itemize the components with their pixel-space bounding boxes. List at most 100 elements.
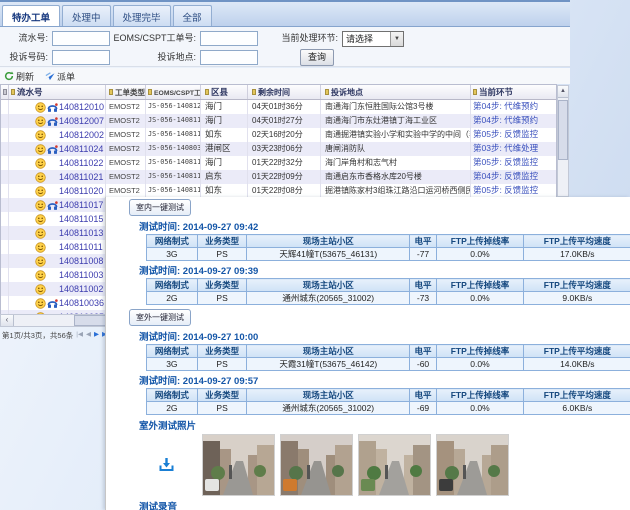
complaint-place-cell: 海门岸角村和志气村 <box>321 156 471 170</box>
stage-cell: 第04步: 代维预约 <box>471 100 558 114</box>
phone-icon <box>47 116 59 127</box>
outdoor-test-sections: 测试时间: 2014-09-27 10:00网络制式业务类型现场主站小区电平FT… <box>106 329 630 415</box>
table-row[interactable]: 140811024 EMOST2 JS-056-140803-344 港闸区 0… <box>1 142 556 156</box>
county-cell: 启东 <box>201 170 248 184</box>
phone-input[interactable] <box>52 50 110 65</box>
test-table-cell: 3G <box>147 358 198 371</box>
stage-select[interactable]: 请选择 ▼ <box>342 31 404 47</box>
serial-link[interactable]: 140811003 <box>59 269 103 282</box>
serial-link[interactable]: 140811008 <box>59 255 103 268</box>
stage-link[interactable]: 第03步: 代维处理 <box>473 143 538 153</box>
serial-link[interactable]: 140811022 <box>59 157 103 170</box>
stage-link[interactable]: 第05步: 反馈监控 <box>473 157 538 167</box>
outdoor-test-photo[interactable] <box>358 434 431 496</box>
order-type-cell: EMOST2 <box>106 156 146 170</box>
serial-link[interactable]: 140811021 <box>59 171 103 184</box>
table-row[interactable]: 140811021 EMOST2 JS-056-140811-150 启东 01… <box>1 170 556 184</box>
serial-link[interactable]: 140812002 <box>59 129 104 142</box>
chevron-down-icon: ▼ <box>390 32 403 46</box>
table-row[interactable]: 140811020 EMOST2 JS-056-140811-160 如东 01… <box>1 184 556 198</box>
county-cell: 如东 <box>201 184 248 198</box>
complaint-place-cell: 南通海门市东灶港镇丁海工业区 <box>321 114 471 128</box>
serial-link[interactable]: 140811013 <box>59 227 103 240</box>
serial-link[interactable]: 140811017 <box>59 199 103 212</box>
smiley-icon <box>35 228 47 239</box>
phone-icon <box>47 144 59 155</box>
serial-link[interactable]: 140812007 <box>59 115 104 128</box>
county-cell: 海门 <box>201 156 248 170</box>
tab-special-orders[interactable]: 特办工单 <box>2 5 60 26</box>
test-result-panel: 室内一键测试 测试时间: 2014-09-27 09:42网络制式业务类型现场主… <box>105 197 630 510</box>
test-table-cell: 0.0% <box>436 248 523 261</box>
dispatch-button[interactable]: 派单 <box>44 70 75 83</box>
test-table-cell: 9.0KB/s <box>523 292 630 305</box>
outdoor-test-button[interactable]: 室外一键测试 <box>129 309 191 326</box>
stage-cell: 第05步: 反馈监控 <box>471 184 558 198</box>
table-row[interactable]: 140812002 EMOST2 JS-056-140811-291 如东 02… <box>1 128 556 142</box>
header-order-type[interactable]: 工单类型 <box>106 85 146 99</box>
test-result-table: 网络制式业务类型现场主站小区电平FTP上传掉线率FTP上传平均速度FT3GPS天… <box>146 344 630 371</box>
test-table-header-cell: FTP上传平均速度 <box>523 279 630 292</box>
first-page-icon[interactable]: |◀ <box>76 330 83 340</box>
test-section: 测试时间: 2014-09-27 09:57网络制式业务类型现场主站小区电平FT… <box>106 373 630 415</box>
table-row[interactable]: 140812010 EMOST2 JS-056-140812-7 海门 04天0… <box>1 100 556 114</box>
stage-link[interactable]: 第05步: 反馈监控 <box>473 129 538 139</box>
table-row[interactable]: 140811022 EMOST2 JS-056-140811-248 海门 01… <box>1 156 556 170</box>
eoms-cell: JS-056-140811-160 <box>146 184 201 198</box>
tab-processing[interactable]: 处理中 <box>62 5 111 26</box>
eoms-cell: JS-056-140803-344 <box>146 142 201 156</box>
serial-link[interactable]: 140811020 <box>59 185 103 198</box>
stage-link[interactable]: 第04步: 代维预约 <box>473 101 538 111</box>
tab-all[interactable]: 全部 <box>173 5 212 26</box>
header-serial[interactable]: 流水号 <box>9 85 106 99</box>
serial-link[interactable]: 140812010 <box>59 101 104 114</box>
serial-link[interactable]: 140811015 <box>59 213 103 226</box>
outdoor-test-photo[interactable] <box>280 434 353 496</box>
header-complaint-place[interactable]: 投诉地点 <box>321 85 471 99</box>
next-page-icon[interactable]: ▶ <box>94 330 99 340</box>
prev-page-icon[interactable]: ◀ <box>86 330 91 340</box>
test-table-header-cell: 电平 <box>410 389 437 402</box>
outdoor-test-photo[interactable] <box>202 434 275 496</box>
order-type-cell: EMOST2 <box>106 100 146 114</box>
outdoor-test-photo[interactable] <box>436 434 509 496</box>
place-input[interactable] <box>200 50 258 65</box>
serial-input[interactable] <box>52 31 110 46</box>
stage-link[interactable]: 第04步: 反馈监控 <box>473 171 538 181</box>
serial-link[interactable]: 140810036 <box>59 297 104 310</box>
header-remaining[interactable]: 剩余时间 <box>248 85 321 99</box>
test-table-cell: -73 <box>410 292 437 305</box>
indoor-test-button[interactable]: 室内一键测试 <box>129 199 191 216</box>
stage-select-value: 请选择 <box>346 34 373 44</box>
scroll-left-icon[interactable]: ‹ <box>1 315 14 326</box>
scroll-up-icon[interactable]: ▲ <box>558 86 568 98</box>
test-table-cell: PS <box>197 292 247 305</box>
vertical-scroll-thumb[interactable] <box>558 100 568 160</box>
test-table-cell: -60 <box>410 358 437 371</box>
row-selector-header[interactable] <box>1 85 9 99</box>
stage-link[interactable]: 第05步: 反馈监控 <box>473 185 538 195</box>
eoms-cell: JS-056-140811-422 <box>146 114 201 128</box>
download-icon[interactable] <box>159 457 174 474</box>
tab-bar: 特办工单 处理中 处理完毕 全部 <box>0 0 570 27</box>
serial-link[interactable]: 140811024 <box>59 143 103 156</box>
table-row[interactable]: 140812007 EMOST2 JS-056-140811-422 海门 04… <box>1 114 556 128</box>
vertical-scrollbar[interactable]: ▲ <box>557 85 569 197</box>
header-eoms[interactable]: EOMS/CSPT工单号 <box>146 85 201 99</box>
query-button[interactable]: 查询 <box>300 49 334 66</box>
serial-link[interactable]: 140811011 <box>59 241 103 254</box>
stage-link[interactable]: 第04步: 代维预约 <box>473 115 538 125</box>
refresh-button[interactable]: 刷新 <box>4 70 34 83</box>
smiley-icon <box>35 102 47 113</box>
serial-link[interactable]: 140811002 <box>59 283 103 296</box>
test-table-header-cell: 电平 <box>410 345 437 358</box>
indoor-test-sections: 测试时间: 2014-09-27 09:42网络制式业务类型现场主站小区电平FT… <box>106 219 630 305</box>
test-table-cell: PS <box>197 248 247 261</box>
eoms-cell: JS-056-140812-7 <box>146 100 201 114</box>
header-county[interactable]: 区县 <box>201 85 248 99</box>
test-table-header-cell: FTP上传平均速度 <box>523 235 630 248</box>
test-table-cell: 0.0% <box>436 358 523 371</box>
tab-completed[interactable]: 处理完毕 <box>113 5 171 26</box>
eoms-input[interactable] <box>200 31 258 46</box>
header-current-stage[interactable]: 当前环节 <box>471 85 558 99</box>
